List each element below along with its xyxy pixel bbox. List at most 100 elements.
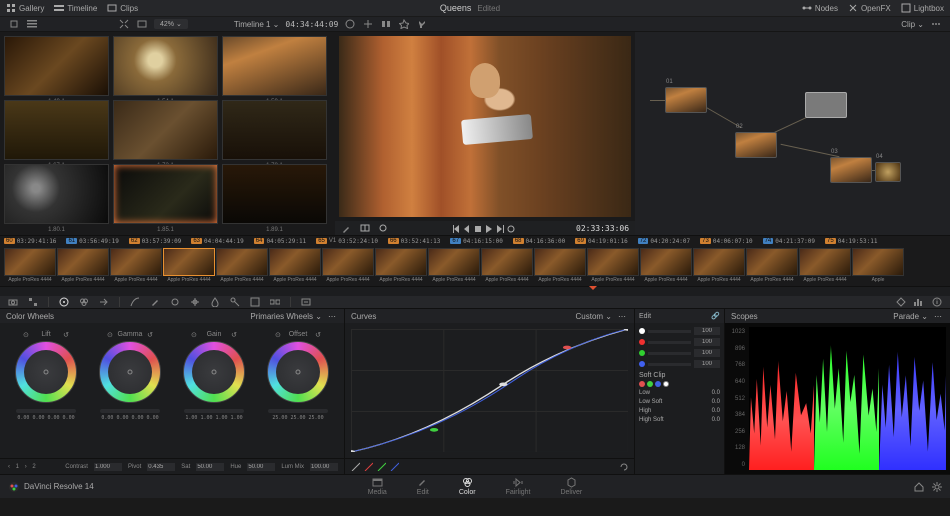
timeline-selector[interactable]: Timeline 1 ⌄ [234, 20, 280, 29]
still-thumb[interactable]: 1.85.1 [113, 164, 218, 224]
intensity-input[interactable] [694, 327, 720, 335]
softclip-r-icon[interactable] [639, 381, 645, 387]
curve-y-icon[interactable] [351, 462, 360, 471]
clip-header[interactable]: 7304:06:07:10 [700, 236, 752, 246]
intensity-slider[interactable] [648, 330, 691, 333]
gallery-toggle[interactable]: Gallery [6, 3, 44, 13]
gallery-prev-icon[interactable] [8, 18, 20, 30]
viewer-opts-icon[interactable] [344, 18, 356, 30]
lowsoft-value[interactable]: 0.0 [712, 399, 720, 405]
wheel-reset-icon[interactable]: ⊙ [107, 331, 113, 339]
camera-raw-icon[interactable] [8, 297, 18, 307]
color-match-icon[interactable] [28, 297, 38, 307]
nav-fairlight[interactable]: Fairlight [506, 477, 531, 496]
stereo-icon[interactable] [270, 297, 280, 307]
wheel-reset-icon[interactable]: ⊙ [23, 331, 29, 339]
timeline-clip[interactable]: Apple ProRes 4444 [640, 248, 692, 284]
wipe-style-icon[interactable] [377, 222, 389, 234]
wheel-control[interactable] [99, 341, 161, 403]
softclip-b-icon[interactable] [655, 381, 661, 387]
wheel-slider[interactable] [100, 409, 160, 413]
timeline-clip[interactable]: Apple ProRes 4444 [799, 248, 851, 284]
wheel-values[interactable]: 1.00 1.00 1.00 1.00 [183, 415, 245, 421]
wheel-slider[interactable] [268, 409, 328, 413]
wheel-reset2-icon[interactable]: ↺ [147, 331, 153, 339]
clip-header[interactable]: 7204:20:24:07 [638, 236, 690, 246]
highlight-icon[interactable] [398, 18, 410, 30]
still-thumb[interactable]: 1.80.1 [4, 164, 109, 224]
primaries-mode[interactable]: Primaries Wheels ⌄ [250, 312, 322, 321]
highsoft-value[interactable]: 0.0 [712, 417, 720, 423]
timeline-clip[interactable]: Apple ProRes 4444 [428, 248, 480, 284]
timeline-clip[interactable]: Apple ProRes 4444 [322, 248, 374, 284]
wheel-reset2-icon[interactable]: ↺ [63, 331, 69, 339]
clip-header[interactable]: 6404:05:29:11 [254, 236, 306, 246]
key-icon[interactable] [230, 297, 240, 307]
qualifier-icon[interactable] [416, 18, 428, 30]
scopes-opts-icon[interactable]: ⋯ [932, 310, 944, 322]
openfx-toggle[interactable]: OpenFX [848, 3, 891, 13]
still-thumb[interactable]: 1.54.1 [113, 36, 218, 96]
softclip-g-icon[interactable] [647, 381, 653, 387]
scopes-mode[interactable]: Parade ⌄ [893, 312, 928, 321]
stop-icon[interactable] [473, 224, 482, 233]
wheel-values[interactable]: 0.00 0.00 0.00 0.00 [15, 415, 77, 421]
tracker-icon[interactable] [190, 297, 200, 307]
node-selected[interactable] [805, 92, 847, 118]
step-back-icon[interactable] [462, 224, 471, 233]
viewer-image[interactable] [339, 36, 631, 217]
curves-icon[interactable] [130, 297, 140, 307]
wheel-values[interactable]: 25.00 25.00 25.00 [267, 415, 329, 421]
curves-mode[interactable]: Custom ⌄ [576, 312, 613, 321]
intensity-input[interactable] [694, 360, 720, 368]
clip-header[interactable]: 6804:16:36:00 [513, 236, 565, 246]
node-4[interactable]: 04 [875, 162, 901, 182]
wheel-values[interactable]: 0.00 0.00 0.00 0.00 [99, 415, 161, 421]
timeline-clip[interactable]: Apple ProRes 4444 [534, 248, 586, 284]
timeline-clip[interactable]: Apple [852, 248, 904, 284]
qualifier-tool-icon[interactable] [150, 297, 160, 307]
still-thumb[interactable]: 1.89.1 [222, 164, 327, 224]
clip-header[interactable]: 6203:57:39:09 [129, 236, 181, 246]
timeline-clip[interactable]: Apple ProRes 4444 [746, 248, 798, 284]
lightbox-toggle[interactable]: Lightbox [901, 3, 944, 13]
pivot-input[interactable] [147, 463, 175, 471]
timeline-clip[interactable]: Apple ProRes 4444 [57, 248, 109, 284]
curve-b-icon[interactable] [390, 462, 399, 471]
still-thumb[interactable]: 1.59.1 [222, 36, 327, 96]
still-thumb[interactable]: 1.78.1 [222, 100, 327, 160]
still-thumb[interactable]: 1.72.1 [113, 100, 218, 160]
viewer-timecode[interactable]: 02:33:33:06 [576, 224, 629, 233]
nav-deliver[interactable]: Deliver [560, 477, 582, 496]
timeline-clip[interactable]: Apple ProRes 4444 [216, 248, 268, 284]
node-3[interactable]: 03 [830, 157, 872, 183]
motion-icon[interactable] [99, 297, 109, 307]
primaries-icon[interactable] [59, 297, 69, 307]
contrast-input[interactable] [94, 463, 122, 471]
nav-color[interactable]: Color [459, 477, 476, 496]
channel-dot-icon[interactable] [639, 361, 645, 367]
channel-dot-icon[interactable] [639, 339, 645, 345]
curve-g-icon[interactable] [377, 462, 386, 471]
wheel-slider[interactable] [184, 409, 244, 413]
intensity-slider[interactable] [648, 341, 691, 344]
nodes-toggle[interactable]: Nodes [802, 3, 838, 13]
master-timecode[interactable]: 04:34:44:09 [285, 20, 338, 29]
wheel-reset-icon[interactable]: ⊙ [191, 331, 197, 339]
timeline-clip[interactable]: Apple ProRes 4444 [481, 248, 533, 284]
ref-wipe-icon[interactable] [362, 18, 374, 30]
pick-color-icon[interactable] [341, 222, 353, 234]
intensity-slider[interactable] [648, 352, 691, 355]
scopes-icon[interactable] [914, 297, 924, 307]
clip-header[interactable]: 6304:04:44:19 [191, 236, 243, 246]
wheel-reset2-icon[interactable]: ↺ [315, 331, 321, 339]
parade-scope[interactable] [749, 327, 946, 470]
split-icon[interactable] [380, 18, 392, 30]
wheel-reset-icon[interactable]: ⊙ [275, 331, 281, 339]
blur-icon[interactable] [210, 297, 220, 307]
intensity-input[interactable] [694, 349, 720, 357]
wheel-control[interactable] [267, 341, 329, 403]
data-burn-icon[interactable] [301, 297, 311, 307]
side-link-icon[interactable]: 🔗 [711, 313, 720, 320]
wheel-control[interactable] [183, 341, 245, 403]
